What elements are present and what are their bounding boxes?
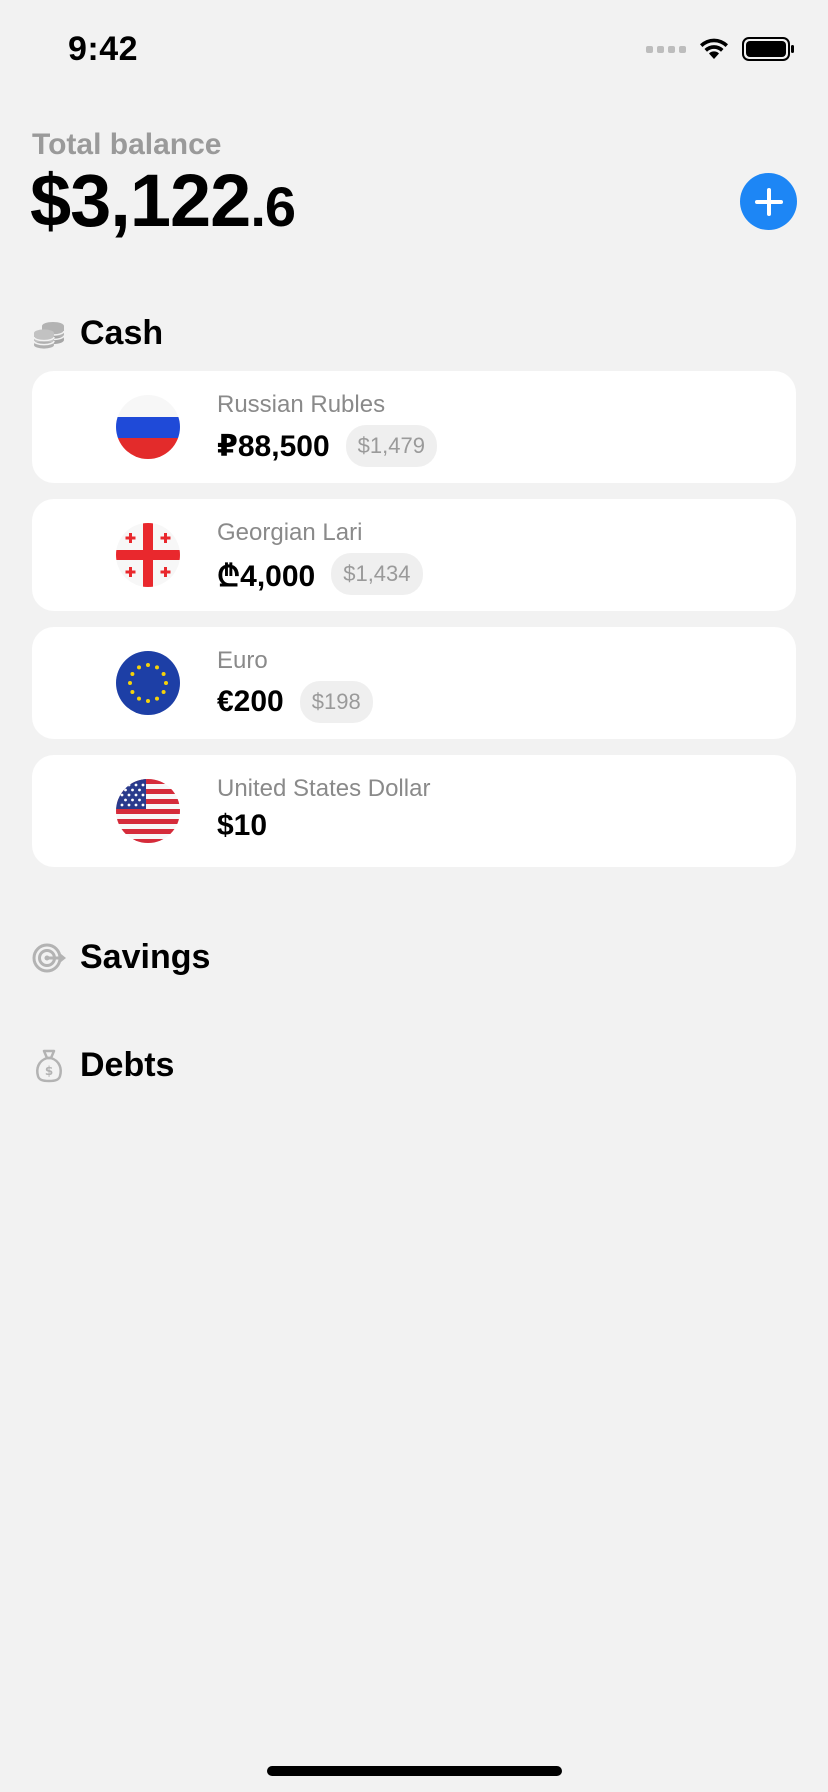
section-savings[interactable]: Savings — [32, 938, 210, 977]
account-card-rub[interactable]: Russian Rubles ₽88,500 $1,479 — [32, 371, 796, 483]
status-icons — [646, 36, 796, 62]
status-time: 9:42 — [68, 30, 139, 68]
add-button[interactable] — [740, 173, 797, 230]
money-bag-icon: $ — [32, 1049, 66, 1083]
total-balance-whole: $3,122 — [30, 159, 251, 242]
section-debts[interactable]: $ Debts — [32, 1046, 174, 1085]
georgia-flag-icon — [116, 523, 180, 587]
usa-flag-icon — [116, 779, 180, 843]
total-balance-value: $3,122.6 — [30, 164, 296, 238]
account-card-gel[interactable]: Georgian Lari ₾4,000 $1,434 — [32, 499, 796, 611]
status-bar: 9:42 — [0, 0, 828, 100]
total-balance-decimal: .6 — [250, 175, 296, 238]
home-indicator[interactable] — [267, 1766, 562, 1776]
account-name: United States Dollar — [217, 775, 431, 802]
account-amount: ₾4,000 — [217, 559, 316, 593]
section-debts-label: Debts — [80, 1046, 175, 1084]
converted-amount-badge: $198 — [299, 681, 373, 723]
account-card-usd[interactable]: United States Dollar $10 — [32, 755, 796, 867]
account-amount: €200 — [217, 685, 284, 718]
cellular-signal-icon — [646, 45, 686, 53]
total-balance-label: Total balance — [32, 128, 222, 161]
section-savings-label: Savings — [80, 938, 211, 976]
section-cash-label: Cash — [80, 314, 164, 352]
account-card-eur[interactable]: Euro €200 $198 — [32, 627, 796, 739]
target-icon — [32, 941, 66, 975]
plus-icon — [754, 187, 783, 216]
converted-amount-badge: $1,479 — [345, 425, 437, 467]
section-cash[interactable]: Cash — [32, 314, 163, 353]
account-name: Euro — [217, 647, 268, 674]
account-name: Russian Rubles — [217, 391, 386, 418]
coins-icon — [32, 317, 66, 351]
battery-icon — [742, 37, 794, 61]
account-amount: ₽88,500 — [217, 429, 330, 463]
account-name: Georgian Lari — [217, 519, 363, 546]
account-amount: $10 — [217, 809, 268, 842]
russia-flag-icon — [116, 395, 180, 459]
svg-text:$: $ — [45, 1064, 53, 1078]
eu-flag-icon — [116, 651, 180, 715]
converted-amount-badge: $1,434 — [331, 553, 423, 595]
wifi-icon — [700, 38, 728, 59]
